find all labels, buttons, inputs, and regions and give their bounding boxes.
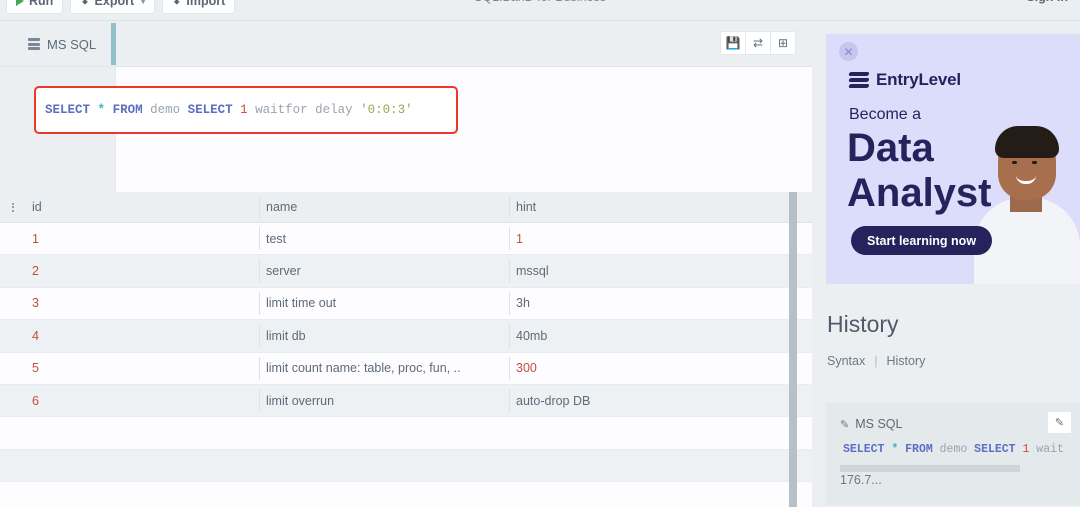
history-card-meta: 176.7... (840, 473, 882, 487)
editor-tabstrip: MS SQL 💾 ⇄ ⊞ (0, 21, 812, 67)
entrylevel-logo-icon (848, 70, 870, 90)
ad-line-1: Become a (849, 106, 922, 123)
table-row-empty (0, 417, 812, 450)
main-panel: MS SQL 💾 ⇄ ⊞ SELECT * FROM demo SELECT 1… (0, 21, 812, 507)
right-sidebar: ✕ EntryLevel Become a Data Analyst Start… (812, 21, 1080, 507)
table-header-row: id name hint (0, 192, 812, 223)
table-row[interactable]: 4 limit db 40mb (0, 320, 812, 353)
advertisement-banner[interactable]: ✕ EntryLevel Become a Data Analyst Start… (826, 34, 1080, 284)
ad-brand: EntryLevel (848, 70, 961, 90)
edit-icon[interactable]: ✎ (1047, 411, 1072, 434)
results-scrollbar[interactable] (789, 192, 797, 507)
pencil-icon: ✎ (840, 418, 850, 431)
cell-hint: auto-drop DB (516, 393, 591, 408)
cell-hint: 1 (516, 231, 523, 246)
tab-ms-sql-label: MS SQL (47, 36, 97, 52)
sign-in-link[interactable]: Sign In (1026, 0, 1068, 4)
table-row[interactable]: 5 limit count name: table, proc, fun, .. 3… (0, 352, 812, 385)
link-history[interactable]: History (886, 354, 925, 368)
column-menu-icon[interactable] (0, 202, 26, 212)
history-card-header: ✎ MS SQL (840, 417, 902, 431)
table-row[interactable]: 1 test 1 (0, 223, 812, 256)
cell-name: server (266, 264, 301, 279)
cell-id: 6 (32, 393, 39, 408)
cell-name: limit db (266, 328, 306, 343)
save-icon[interactable]: 💾 (720, 31, 746, 55)
swap-icon[interactable]: ⇄ (745, 31, 771, 55)
sql-editor-highlight[interactable]: SELECT * FROM demo SELECT 1 waitfor dela… (34, 86, 458, 134)
app-root: Run ⬇ Export ▾ ⬇ Import SQL.BanD for Bus… (0, 0, 1080, 507)
cell-id: 2 (32, 264, 39, 279)
results-grid: id name hint 1 test 1 2 server mssql 3 limit ti… (0, 192, 812, 507)
ad-line-2: Data (847, 126, 934, 170)
add-icon[interactable]: ⊞ (770, 31, 796, 55)
cell-name: limit overrun (266, 393, 335, 408)
history-card-label: MS SQL (855, 417, 903, 431)
cell-hint: mssql (516, 264, 549, 279)
tab-ms-sql[interactable]: MS SQL (14, 23, 110, 65)
column-header-id[interactable]: id (26, 200, 266, 214)
history-card[interactable]: ✎ MS SQL ✎ SELECT * FROM demo SELECT 1 w… (826, 403, 1080, 505)
editor-action-buttons: 💾 ⇄ ⊞ (720, 31, 796, 55)
cell-name: limit count name: table, proc, fun, .. (266, 361, 461, 376)
ad-line-3: Analyst (847, 171, 992, 215)
link-syntax[interactable]: Syntax (827, 354, 865, 368)
cell-hint: 300 (516, 361, 537, 376)
history-card-sql: SELECT * FROM demo SELECT 1 wait (843, 443, 1064, 456)
close-icon[interactable]: ✕ (839, 42, 858, 61)
cell-id: 1 (32, 231, 39, 246)
link-separator: | (874, 354, 878, 368)
database-icon (28, 38, 40, 50)
table-row[interactable]: 6 limit overrun auto-drop DB (0, 384, 812, 418)
table-row[interactable]: 2 server mssql (0, 255, 812, 288)
ad-cta-button[interactable]: Start learning now (851, 226, 993, 255)
sql-query-text: SELECT * FROM demo SELECT 1 waitfor dela… (45, 103, 413, 117)
cell-name: limit time out (266, 296, 337, 311)
ad-brand-name: EntryLevel (876, 70, 961, 89)
history-title: History (827, 311, 899, 337)
cell-hint: 3h (516, 296, 530, 311)
cell-name: test (266, 231, 287, 246)
tab-accent-bar (111, 23, 116, 65)
cell-hint: 40mb (516, 328, 548, 343)
table-row-empty (0, 449, 812, 483)
history-card-progress (840, 465, 1020, 472)
column-header-name[interactable]: name (266, 200, 516, 214)
history-links: Syntax | History (827, 354, 925, 368)
column-header-hint[interactable]: hint (516, 200, 776, 214)
table-row-empty (0, 482, 812, 507)
cell-id: 3 (32, 296, 39, 311)
cell-id: 5 (32, 361, 39, 376)
brand-title: SQL.BanD for Business (0, 0, 1080, 4)
top-header-bar: Run ⬇ Export ▾ ⬇ Import SQL.BanD for Bus… (0, 0, 1080, 21)
cell-id: 4 (32, 328, 39, 343)
table-row[interactable]: 3 limit time out 3h (0, 287, 812, 321)
